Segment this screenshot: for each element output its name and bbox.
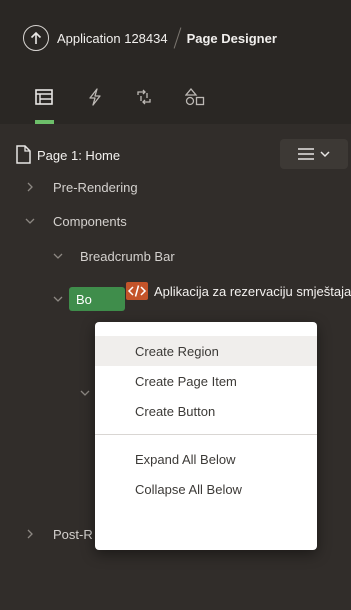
menu-item-label: Create Page Item xyxy=(135,373,237,389)
up-arrow-button[interactable] xyxy=(23,25,49,51)
menu-item-create-page-item[interactable]: Create Page Item xyxy=(95,366,317,396)
processing-tab[interactable] xyxy=(133,86,155,108)
menu-item-label: Create Region xyxy=(135,343,219,359)
chevron-down-icon xyxy=(25,218,35,224)
tree-item-label: Breadcrumb Bar xyxy=(80,248,175,264)
lightning-icon xyxy=(89,88,101,106)
tree-item-label: Pre-Rendering xyxy=(53,179,138,195)
menu-divider xyxy=(95,434,317,435)
active-tab-indicator xyxy=(35,120,54,124)
app-header: Application 128434 Page Designer xyxy=(0,0,351,76)
chevron-down-icon xyxy=(320,150,330,157)
menu-item-label: Create Button xyxy=(135,403,216,419)
chevron-down-icon xyxy=(53,296,63,302)
code-icon xyxy=(126,282,148,300)
page-title: Page Designer xyxy=(186,30,277,46)
page-node-label: Page 1: Home xyxy=(37,147,121,163)
page-icon xyxy=(16,145,31,164)
context-menu: Create Region Create Page Item Create Bu… xyxy=(95,322,317,550)
rendering-tab[interactable] xyxy=(33,86,55,108)
chevron-right-icon xyxy=(27,529,33,539)
processing-cycle-icon xyxy=(137,89,151,105)
tree-item-label: Bo xyxy=(76,291,92,307)
menu-item-label: Collapse All Below xyxy=(135,481,242,497)
rendering-tab-icon xyxy=(35,89,53,105)
tree-item-body-selected[interactable]: Bo xyxy=(69,287,125,311)
dynamic-actions-tab[interactable] xyxy=(84,86,106,108)
chevron-down-icon xyxy=(53,253,63,259)
tree-item-label: Components xyxy=(53,213,127,229)
menu-item-expand-all-below[interactable]: Expand All Below xyxy=(95,444,317,474)
tree-menu-button[interactable] xyxy=(280,139,348,169)
arrow-up-icon xyxy=(30,31,42,44)
chevron-right-icon xyxy=(27,182,33,192)
menu-item-create-region[interactable]: Create Region xyxy=(95,336,317,366)
application-link[interactable]: Application 128434 xyxy=(57,31,168,46)
tree-item-pre-rendering[interactable]: Pre-Rendering xyxy=(0,175,351,199)
chevron-down-icon xyxy=(80,390,90,396)
menu-item-label: Expand All Below xyxy=(135,451,236,467)
shared-components-icon xyxy=(185,88,205,106)
breadcrumb-separator xyxy=(173,27,181,49)
menu-item-create-button[interactable]: Create Button xyxy=(95,396,317,426)
hamburger-icon xyxy=(298,148,314,160)
tree-item-breadcrumb-bar[interactable]: Breadcrumb Bar xyxy=(0,244,351,268)
tree-item-label: Aplikacija za rezervaciju smještaja xyxy=(154,283,351,299)
tree-item-label: Post-R xyxy=(53,526,93,542)
tab-toolbar xyxy=(0,76,351,124)
shared-components-tab[interactable] xyxy=(184,86,206,108)
menu-item-collapse-all-below[interactable]: Collapse All Below xyxy=(95,474,317,504)
tree-item-components[interactable]: Components xyxy=(0,209,351,233)
